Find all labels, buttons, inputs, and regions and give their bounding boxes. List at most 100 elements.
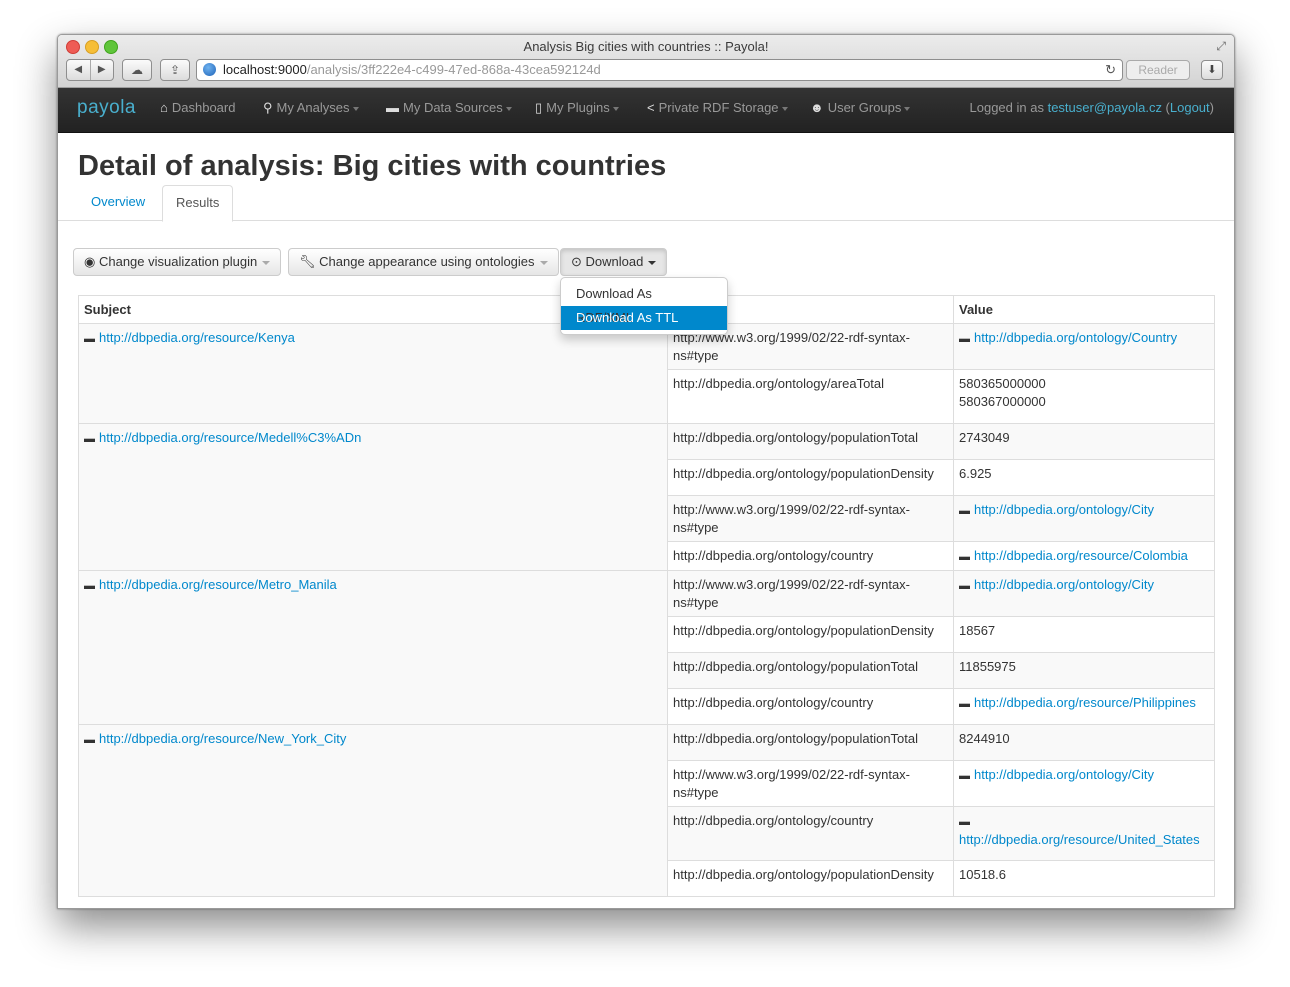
subject-link[interactable]: http://dbpedia.org/resource/New_York_Cit… xyxy=(99,731,346,746)
hdd-icon: ▬ xyxy=(84,333,95,345)
property-cell: http://dbpedia.org/ontology/populationDe… xyxy=(667,616,954,653)
value-link[interactable]: http://dbpedia.org/ontology/City xyxy=(974,767,1154,782)
subject-link[interactable]: http://dbpedia.org/resource/Kenya xyxy=(99,330,295,345)
property-cell: http://dbpedia.org/ontology/country xyxy=(667,806,954,861)
value-cell: 580365000000 580367000000 xyxy=(953,369,1215,424)
globe-icon xyxy=(203,63,216,76)
chevron-down-icon xyxy=(612,106,619,111)
value-cell: ▬ http://dbpedia.org/ontology/Country xyxy=(953,323,1215,370)
nav-private-rdf-storage[interactable]: < Private RDF Storage xyxy=(647,88,788,132)
value-link[interactable]: http://dbpedia.org/resource/United_State… xyxy=(959,832,1200,847)
hdd-icon: ▬ xyxy=(959,333,970,345)
logged-in-status: Logged in as testuser@payola.cz (Logout) xyxy=(969,100,1215,115)
address-bar[interactable]: localhost:9000/analysis/3ff222e4-c499-47… xyxy=(196,59,1123,81)
change-appearance-button[interactable]: 🔧︎ Change appearance using ontologies xyxy=(288,248,559,276)
hdd-icon: ▬ xyxy=(959,551,970,563)
subject-cell: ▬ http://dbpedia.org/resource/New_York_Ci… xyxy=(78,724,668,897)
nav-private-rdf-storage-label: Private RDF Storage xyxy=(658,100,779,115)
value-text: 580365000000 xyxy=(959,376,1046,391)
tab-overview[interactable]: Overview xyxy=(78,185,158,219)
hdd-icon: ▬ xyxy=(84,734,95,746)
value-cell: 2743049 xyxy=(953,423,1215,460)
hdd-icon: ▬ xyxy=(959,580,970,592)
reader-button[interactable]: Reader xyxy=(1126,60,1190,80)
share-icon: < xyxy=(647,100,655,115)
users-icon: ☻ xyxy=(810,100,824,115)
value-cell: ▬ http://dbpedia.org/ontology/City xyxy=(953,495,1215,542)
hdd-icon: ▬ xyxy=(959,698,970,710)
value-link[interactable]: http://dbpedia.org/ontology/City xyxy=(974,577,1154,592)
logout-link[interactable]: Logout xyxy=(1170,100,1210,115)
change-appearance-label: Change appearance using ontologies xyxy=(319,254,535,269)
nav-dashboard-label: Dashboard xyxy=(171,100,236,115)
value-cell: 18567 xyxy=(953,616,1215,653)
hdd-icon: ▬ xyxy=(84,433,95,445)
download-circle-icon: ⊙ xyxy=(571,254,582,269)
hdd-icon: ▬ xyxy=(959,770,970,782)
hdd-icon: ▬ xyxy=(959,816,970,828)
property-cell: http://dbpedia.org/ontology/populationTo… xyxy=(667,652,954,689)
tab-bar: Overview Results xyxy=(58,185,1234,222)
subject-cell: ▬ http://dbpedia.org/resource/Medell%C3%A… xyxy=(78,423,668,571)
value-cell: 10518.6 xyxy=(953,860,1215,897)
hdd-icon: ▬ xyxy=(386,100,399,115)
payola-logo[interactable]: payola xyxy=(77,97,136,119)
value-link[interactable]: http://dbpedia.org/resource/Colombia xyxy=(974,548,1188,563)
value-cell: ▬ http://dbpedia.org/ontology/City xyxy=(953,760,1215,807)
downloads-icon[interactable]: ⬇ xyxy=(1201,60,1223,80)
nav-user-groups[interactable]: ☻ User Groups xyxy=(810,88,911,132)
change-visualization-button[interactable]: ◉ Change visualization plugin xyxy=(73,248,282,276)
property-cell: http://www.w3.org/1999/02/22-rdf-syntax-… xyxy=(667,760,954,807)
menu-item-download-ttl[interactable]: Download As TTL xyxy=(561,306,727,330)
forward-icon[interactable]: ▶ xyxy=(91,60,114,80)
subject-link[interactable]: http://dbpedia.org/resource/Metro_Manila xyxy=(99,577,337,592)
value-link[interactable]: http://dbpedia.org/resource/Philippines xyxy=(974,695,1196,710)
app-navbar: payola ⌂ Dashboard ⚲ My Analyses ▬ My Data … xyxy=(58,88,1234,133)
icloud-tabs-button[interactable]: ☁ xyxy=(122,59,152,81)
subject-cell: ▬ http://dbpedia.org/resource/Metro_Manil… xyxy=(78,570,668,725)
value-cell: 6.925 xyxy=(953,459,1215,496)
download-menu: Download As RDF/XML Download As TTL xyxy=(560,277,728,335)
value-cell: 8244910 xyxy=(953,724,1215,761)
table-row: ▬ http://dbpedia.org/resource/New_York_Ci… xyxy=(78,724,1215,897)
chevron-down-icon xyxy=(781,106,788,111)
nav-dashboard[interactable]: ⌂ Dashboard xyxy=(160,88,235,132)
tab-results[interactable]: Results xyxy=(162,185,234,222)
nav-my-data-sources[interactable]: ▬ My Data Sources xyxy=(386,88,512,132)
nav-my-data-sources-label: My Data Sources xyxy=(403,100,503,115)
table-row: ▬ http://dbpedia.org/resource/Medell%C3%A… xyxy=(78,423,1215,571)
refresh-icon[interactable]: ↻ xyxy=(1105,60,1116,80)
nav-my-plugins[interactable]: ▯ My Plugins xyxy=(535,88,619,132)
back-forward-buttons: ◀ ▶ xyxy=(66,59,114,81)
window-title: Analysis Big cities with countries :: Pa… xyxy=(523,39,769,54)
property-cell: http://dbpedia.org/ontology/populationTo… xyxy=(667,423,954,460)
nav-my-analyses-label: My Analyses xyxy=(276,100,350,115)
property-cell: http://dbpedia.org/ontology/populationDe… xyxy=(667,459,954,496)
url-text: localhost:9000/analysis/3ff222e4-c499-47… xyxy=(223,60,601,80)
back-icon[interactable]: ◀ xyxy=(67,60,91,80)
value-link[interactable]: http://dbpedia.org/ontology/City xyxy=(974,502,1154,517)
title-bar: Analysis Big cities with countries :: Pa… xyxy=(58,35,1234,88)
subject-link[interactable]: http://dbpedia.org/resource/Medell%C3%AD… xyxy=(99,430,361,445)
caret-down-icon xyxy=(262,260,271,265)
chevron-down-icon xyxy=(904,106,911,111)
header-value: Value xyxy=(953,295,1215,324)
chevron-down-icon xyxy=(505,106,512,111)
value-text: 580367000000 xyxy=(959,394,1046,409)
search-icon: ⚲ xyxy=(263,100,273,115)
nav-my-analyses[interactable]: ⚲ My Analyses xyxy=(263,88,359,132)
chevron-down-icon xyxy=(352,106,359,111)
user-email-link[interactable]: testuser@payola.cz xyxy=(1048,100,1162,115)
menu-item-download-rdf-xml[interactable]: Download As RDF/XML xyxy=(561,282,727,325)
fullscreen-icon[interactable]: ⤢ xyxy=(1216,39,1226,54)
value-link[interactable]: http://dbpedia.org/ontology/Country xyxy=(974,330,1177,345)
property-cell: http://dbpedia.org/ontology/country xyxy=(667,541,954,571)
home-icon: ⌂ xyxy=(160,100,168,115)
property-cell: http://www.w3.org/1999/02/22-rdf-syntax-… xyxy=(667,570,954,617)
table-row: ▬ http://dbpedia.org/resource/Metro_Manil… xyxy=(78,570,1215,725)
value-cell: ▬ http://dbpedia.org/resource/Colombia xyxy=(953,541,1215,571)
share-button[interactable]: ⇪ xyxy=(160,59,190,81)
file-icon: ▯ xyxy=(535,100,543,115)
download-button[interactable]: ⊙ Download xyxy=(560,248,668,276)
logged-in-prefix: Logged in as xyxy=(969,100,1044,115)
